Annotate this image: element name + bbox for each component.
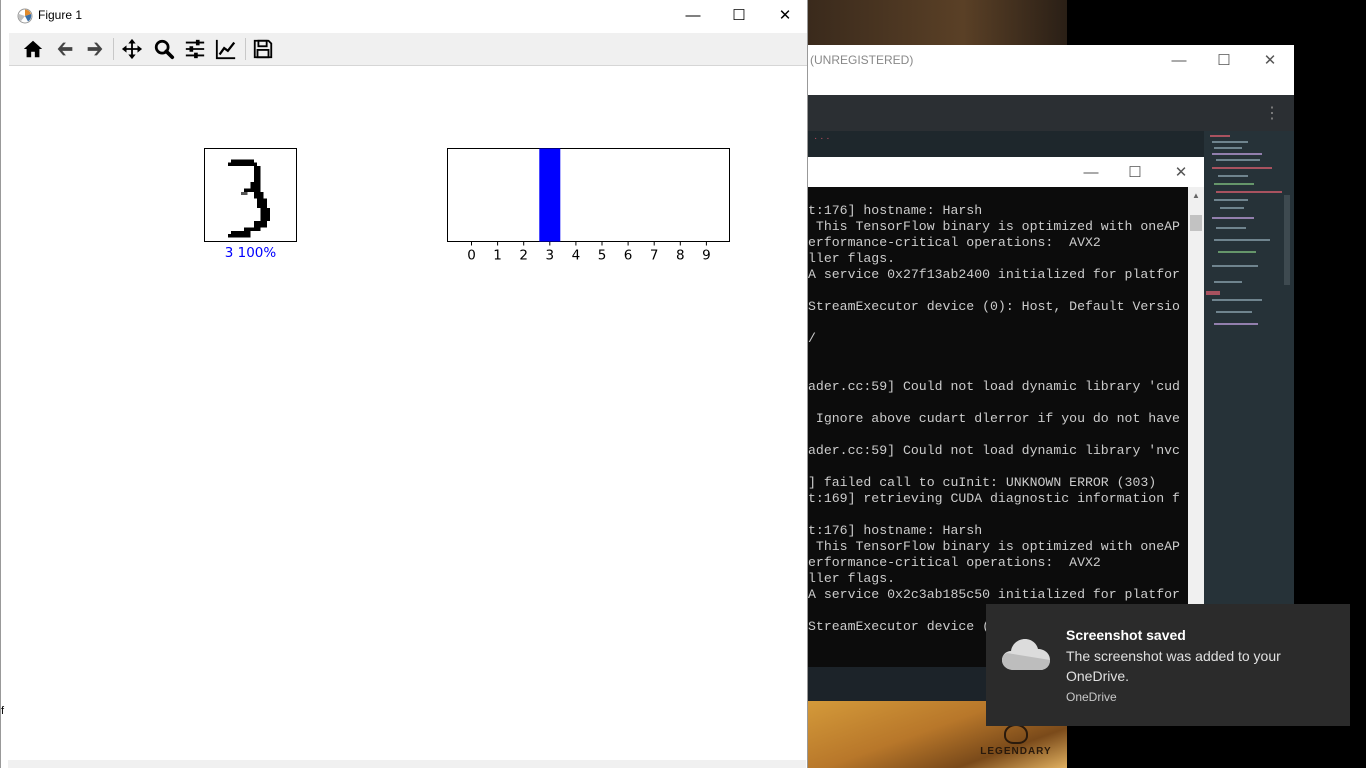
editor-code-fragment: · · · [814, 133, 830, 144]
pan-icon [121, 38, 143, 60]
editor-toolbar: ⋮ [808, 95, 1294, 131]
x-tick-label-5: 5 [598, 248, 607, 264]
editor-statusbar [808, 665, 986, 701]
forward-button[interactable] [82, 36, 108, 62]
console-minimize-button[interactable]: — [1068, 157, 1114, 187]
scroll-up-arrow-icon[interactable]: ▲ [1188, 187, 1204, 203]
configure-subplots-icon [185, 39, 205, 59]
edit-axes-icon [215, 39, 236, 60]
x-tick-label-0: 0 [467, 248, 476, 264]
x-tick-label-6: 6 [624, 248, 633, 264]
figure-maximize-button[interactable]: ☐ [716, 0, 762, 30]
x-tick-label-4: 4 [572, 248, 581, 264]
editor-minimize-button[interactable]: — [1156, 45, 1202, 75]
digit-image-axes [204, 148, 297, 242]
legendary-logo: LEGENDARY [976, 724, 1056, 757]
home-button[interactable] [20, 36, 46, 62]
console-scroll-thumb[interactable] [1190, 215, 1202, 231]
console-scrollbar[interactable]: ▲ [1188, 187, 1204, 667]
x-tick-label-3: 3 [546, 248, 555, 264]
save-button[interactable] [250, 36, 276, 62]
probability-bar-chart: 0 1 2 3 4 5 6 7 8 9 [447, 148, 730, 264]
figure-close-button[interactable]: ✕ [762, 0, 808, 30]
onedrive-cloud-icon [1002, 639, 1050, 670]
onedrive-toast-notification[interactable]: Screenshot saved The screenshot was adde… [986, 604, 1350, 726]
back-arrow-icon [57, 42, 73, 56]
figure-minimize-button[interactable]: — [670, 0, 716, 30]
prediction-caption: 3 100% [224, 245, 277, 261]
forward-arrow-icon [87, 42, 103, 56]
figure-titlebar[interactable]: Figure 1 — ☐ ✕ [1, 0, 807, 32]
configure-subplots-button[interactable] [182, 36, 208, 62]
toast-title: Screenshot saved [1066, 627, 1186, 643]
console-close-button[interactable]: ✕ [1158, 157, 1204, 187]
figure-bottom-strip [8, 760, 806, 768]
back-button[interactable] [52, 36, 78, 62]
figure-toolbar [9, 33, 807, 66]
x-tick-label-2: 2 [519, 248, 528, 264]
figure-title: Figure 1 [38, 8, 83, 22]
handwritten-digit-image [227, 159, 270, 238]
console-window[interactable]: — ☐ ✕ t:176] hostname: Harsh This Tensor… [808, 157, 1204, 667]
toast-source: OneDrive [1066, 690, 1117, 704]
x-tick-label-1: 1 [493, 248, 502, 264]
toolbar-separator [245, 38, 246, 60]
console-output[interactable]: t:176] hostname: Harsh This TensorFlow b… [808, 187, 1188, 667]
edge-text-bottom: f [1, 705, 5, 717]
legendary-logo-text: LEGENDARY [980, 746, 1052, 757]
edit-axes-button[interactable] [213, 36, 239, 62]
editor-maximize-button[interactable]: ☐ [1201, 45, 1247, 75]
bar-chart-axes-frame [447, 148, 730, 242]
bar-3 [539, 148, 561, 242]
editor-code-area[interactable]: · · · [808, 131, 1204, 159]
save-icon [253, 39, 273, 59]
console-maximize-button[interactable]: ☐ [1112, 157, 1158, 187]
bar-group [539, 148, 561, 242]
toast-body: The screenshot was added to your OneDriv… [1066, 648, 1281, 684]
console-titlebar[interactable]: — ☐ ✕ [808, 157, 1204, 187]
console-text: t:176] hostname: Harsh This TensorFlow b… [808, 203, 1180, 634]
x-tick-label-7: 7 [650, 248, 659, 264]
zoom-button[interactable] [151, 36, 177, 62]
legendary-crest-icon [1004, 724, 1028, 744]
editor-titlebar[interactable]: (UNREGISTERED) — ☐ ✕ [808, 45, 1294, 95]
home-icon [23, 40, 43, 58]
toolbar-separator [113, 38, 114, 60]
desktop-background-top [808, 0, 1067, 45]
editor-close-button[interactable]: ✕ [1247, 45, 1293, 75]
x-tick-label-9: 9 [702, 248, 711, 264]
x-tick-label-8: 8 [676, 248, 685, 264]
more-options-icon[interactable]: ⋮ [1264, 103, 1280, 123]
zoom-icon [154, 39, 175, 60]
editor-title: (UNREGISTERED) [810, 53, 914, 67]
figure-window[interactable]: Figure 1 — ☐ ✕ 3 100% 0 1 2 3 4 5 6 7 8 … [0, 0, 808, 768]
pan-button[interactable] [119, 36, 145, 62]
matplotlib-app-icon [17, 8, 33, 24]
editor-scrollbar[interactable] [1284, 195, 1290, 285]
x-tick-group: 0 1 2 3 4 5 6 7 8 9 [467, 241, 711, 264]
